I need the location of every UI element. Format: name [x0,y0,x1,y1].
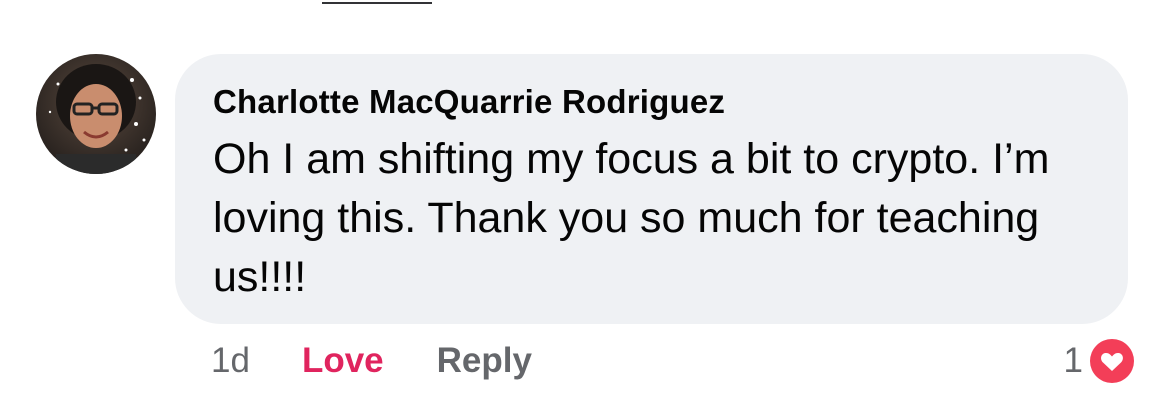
heart-icon [1090,339,1134,383]
reaction-summary[interactable]: 1 [1064,336,1137,386]
comment-timestamp[interactable]: 1d [211,336,250,386]
avatar-image [36,54,156,174]
avatar[interactable] [36,54,156,174]
comment-actions: 1d Love Reply [211,336,532,386]
love-button[interactable]: Love [302,336,384,386]
comment-thread: Charlotte MacQuarrie Rodriguez Oh I am s… [0,0,1170,409]
reaction-count: 1 [1063,341,1083,380]
comment-text: Oh I am shifting my focus a bit to crypt… [213,135,1050,301]
comment-bubble: Charlotte MacQuarrie Rodriguez Oh I am s… [175,54,1128,324]
heart-reaction-badge [1087,336,1137,386]
previous-comment-remnant [322,0,432,4]
comment-author[interactable]: Charlotte MacQuarrie Rodriguez [213,82,1092,122]
reply-button[interactable]: Reply [437,336,532,386]
